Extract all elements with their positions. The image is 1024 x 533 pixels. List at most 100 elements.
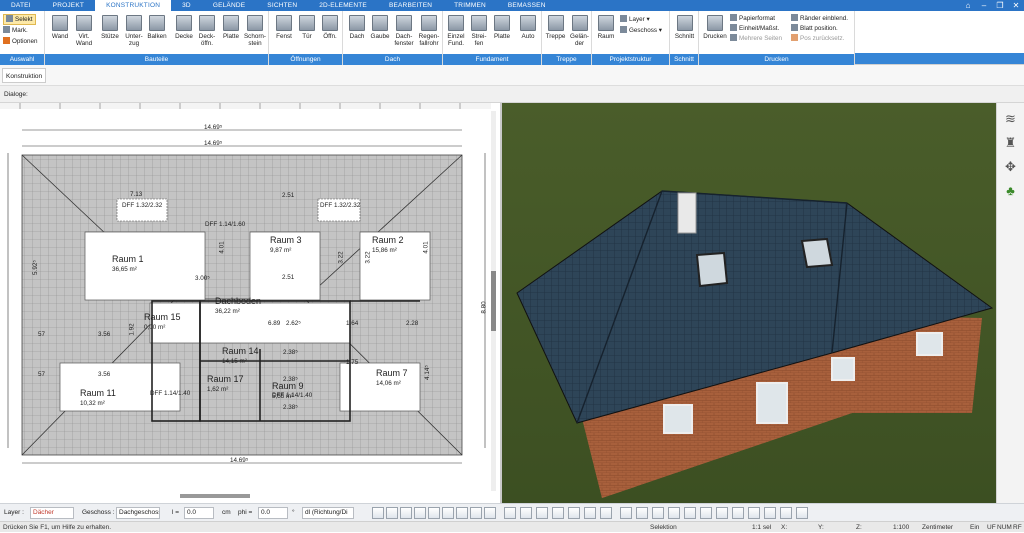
- phi-input[interactable]: 0.0: [258, 507, 288, 519]
- room-7-name: Raum 7: [376, 368, 408, 378]
- view-tool-6-icon[interactable]: [442, 507, 454, 519]
- view-tool-2-icon[interactable]: [386, 507, 398, 519]
- wand-button[interactable]: Wand: [49, 15, 71, 40]
- blatt-button[interactable]: Blatt position.: [791, 24, 838, 33]
- tab-gelaende[interactable]: GELÄNDE: [202, 0, 256, 11]
- unterzug-button[interactable]: Unter-zug: [123, 15, 145, 47]
- label-dff-1: DFF 1.32/2.32: [122, 202, 163, 209]
- 3d-tool-3-icon[interactable]: [536, 507, 548, 519]
- auto-button[interactable]: Auto: [517, 15, 539, 40]
- tab-3d[interactable]: 3D: [171, 0, 202, 11]
- tab-trimmen[interactable]: TRIMMEN: [443, 0, 497, 11]
- room-dachboden-name: Dachboden: [215, 296, 262, 306]
- papierformat-button[interactable]: Papierformat: [730, 14, 775, 23]
- direction-select[interactable]: dl (Richtung/Di: [302, 507, 354, 519]
- 3d-tool-15-icon[interactable]: [732, 507, 744, 519]
- tab-2d-elemente[interactable]: 2D-ELEMENTE: [308, 0, 378, 11]
- plan-vertical-scrollbar[interactable]: [491, 111, 496, 491]
- stuetze-button[interactable]: Stütze: [99, 15, 121, 40]
- mehrere-seiten-button[interactable]: Mehrere Seiten: [730, 34, 782, 43]
- tab-bemassen[interactable]: BEMASSEN: [497, 0, 557, 11]
- label-dim-6: 2.62⁵: [286, 320, 301, 327]
- tab-projekt[interactable]: PROJEKT: [42, 0, 95, 11]
- deckoeffn-button[interactable]: Deck-öffn.: [196, 15, 218, 47]
- tab-datei[interactable]: DATEI: [0, 0, 42, 11]
- 3d-tool-9-icon[interactable]: [636, 507, 648, 519]
- regenfallrohr-button[interactable]: Regen-fallrohr: [417, 15, 441, 47]
- close-icon[interactable]: ✕: [1008, 0, 1024, 11]
- home-icon[interactable]: ⌂: [960, 0, 976, 11]
- view-tool-8-icon[interactable]: [484, 507, 496, 519]
- streifen-button[interactable]: Strei-fen: [468, 15, 490, 47]
- navigate-icon[interactable]: ✥: [1003, 159, 1019, 175]
- layer-select[interactable]: Dächer: [30, 507, 74, 519]
- drucken-button[interactable]: Drucken: [702, 15, 728, 40]
- plan-horizontal-scrollbar[interactable]: [180, 494, 250, 498]
- geschoss-select[interactable]: Dachgeschoss: [116, 507, 160, 519]
- platte-button[interactable]: Platte: [220, 15, 242, 40]
- tab-sichten[interactable]: SICHTEN: [256, 0, 308, 11]
- pos-zuruecksetzen-button[interactable]: Pos zurücksetz.: [791, 34, 844, 43]
- raum-button[interactable]: Raum: [595, 15, 617, 40]
- view-tool-4-icon[interactable]: [414, 507, 426, 519]
- plan-scroll-thumb[interactable]: [491, 271, 496, 331]
- tab-konstruktion[interactable]: KONSTRUKTION: [95, 0, 172, 11]
- 3d-tool-10-icon[interactable]: [652, 507, 664, 519]
- length-input[interactable]: 0.0: [184, 507, 214, 519]
- text-tool-icon[interactable]: [456, 507, 468, 519]
- view-tool-7-icon[interactable]: [470, 507, 482, 519]
- 3d-tool-8-icon[interactable]: [620, 507, 632, 519]
- oeffnung-button[interactable]: Öffn.: [319, 15, 341, 40]
- gaube-button[interactable]: Gaube: [369, 15, 391, 40]
- restore-icon[interactable]: ❐: [992, 0, 1008, 11]
- schornstein-button[interactable]: Schorn-stein: [242, 15, 268, 47]
- 3d-tool-1-icon[interactable]: [504, 507, 516, 519]
- einheit-button[interactable]: Einheit/Maßst.: [730, 24, 779, 33]
- virt-wand-button[interactable]: Virt. Wand: [73, 15, 95, 47]
- 3d-tool-16-icon[interactable]: [748, 507, 760, 519]
- room-2-name: Raum 2: [372, 235, 404, 245]
- tab-konstruktion-view[interactable]: Konstruktion: [2, 68, 47, 83]
- selekt-button[interactable]: Selekt: [3, 14, 36, 25]
- 3d-tool-18-icon[interactable]: [780, 507, 792, 519]
- layers-stack-icon[interactable]: ≋: [1003, 111, 1019, 127]
- 3d-tool-2-icon[interactable]: [520, 507, 532, 519]
- einzelfund-button[interactable]: Einzel Fund.: [445, 15, 467, 47]
- fund-platte-button[interactable]: Platte: [491, 15, 513, 40]
- reset-icon: [791, 34, 798, 41]
- gelaender-button[interactable]: Gelän-der: [568, 15, 591, 47]
- treppe-button[interactable]: Treppe: [544, 15, 567, 40]
- balken-button[interactable]: Balken: [145, 15, 169, 40]
- tree-icon[interactable]: ♣: [1003, 183, 1019, 199]
- 3d-tool-14-icon[interactable]: [716, 507, 728, 519]
- layer-dropdown[interactable]: Layer ▾: [620, 15, 650, 24]
- 3d-tool-7-icon[interactable]: [600, 507, 612, 519]
- tab-bearbeiten[interactable]: BEARBEITEN: [378, 0, 443, 11]
- optionen-button[interactable]: Optionen: [3, 37, 38, 46]
- 3d-tool-13-icon[interactable]: [700, 507, 712, 519]
- dach-button[interactable]: Dach: [346, 15, 368, 40]
- 3d-tool-4-icon[interactable]: [552, 507, 564, 519]
- view-tool-1-icon[interactable]: [372, 507, 384, 519]
- floor-plan-view[interactable]: 14.69⁵ 14.69⁵ 14.69⁵ 8.80 5.92⁵ Raum 1 3…: [0, 103, 500, 503]
- raender-button[interactable]: Ränder einblend.: [791, 14, 848, 23]
- 3d-view[interactable]: [502, 103, 996, 503]
- view-tool-3-icon[interactable]: [400, 507, 412, 519]
- decke-button[interactable]: Decke: [173, 15, 195, 40]
- view-tool-5-icon[interactable]: [428, 507, 440, 519]
- minimize-icon[interactable]: –: [976, 0, 992, 11]
- 3d-tool-5-icon[interactable]: [568, 507, 580, 519]
- 3d-tool-11-icon[interactable]: [668, 507, 680, 519]
- 3d-tool-6-icon[interactable]: [584, 507, 596, 519]
- 3d-tool-12-icon[interactable]: [684, 507, 696, 519]
- geschoss-dropdown[interactable]: Geschoss ▾: [620, 26, 662, 35]
- mark-button[interactable]: Mark.: [3, 26, 28, 35]
- schnitt-button[interactable]: Schnitt: [672, 15, 697, 40]
- tuer-button[interactable]: Tür: [296, 15, 318, 40]
- 3d-tool-19-icon[interactable]: [796, 507, 808, 519]
- 3d-tool-17-icon[interactable]: [764, 507, 776, 519]
- floor-icon: [620, 26, 627, 33]
- chair-icon[interactable]: ♜: [1003, 135, 1019, 151]
- fenster-button[interactable]: Fenst: [273, 15, 295, 40]
- dachfenster-button[interactable]: Dach-fenster: [392, 15, 416, 47]
